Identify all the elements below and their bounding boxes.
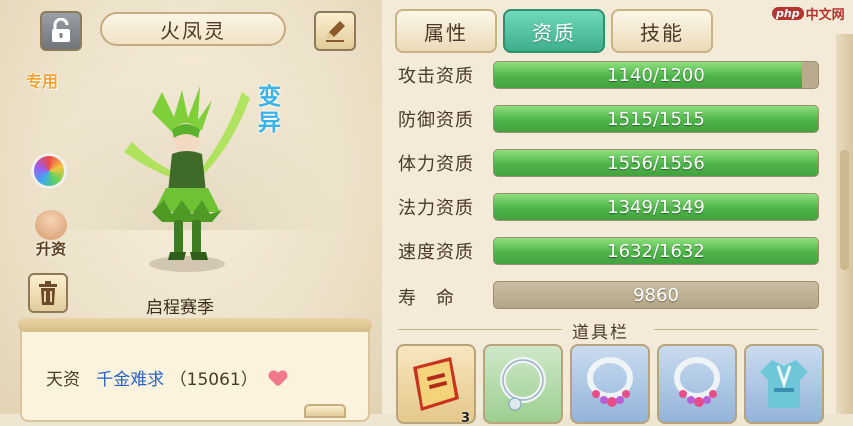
tab-skills-label: 技能: [640, 20, 684, 45]
watermark: php 中文网: [772, 4, 845, 23]
item-slot-necklace-pink-1[interactable]: [570, 344, 650, 424]
divider-line-right: [654, 329, 818, 330]
padlock-icon: [52, 18, 70, 42]
talent-row: 天资 千金难求 （15061）: [46, 365, 287, 390]
item-count: 3: [460, 411, 470, 426]
monk-avatar-icon: [35, 210, 67, 240]
rename-button[interactable]: [314, 11, 356, 51]
stat-bar-speed: 1632/1632: [493, 237, 819, 265]
upgrade-aptitude-label: 升资: [35, 240, 66, 258]
stat-value-stamina: 1556/1556: [607, 152, 705, 174]
stat-value-speed: 1632/1632: [607, 240, 705, 262]
stat-value-mana: 1349/1349: [607, 196, 705, 218]
tab-attributes[interactable]: 属性: [395, 9, 497, 53]
watermark-text: 中文网: [805, 8, 845, 23]
item-slot-armor[interactable]: [744, 344, 824, 424]
rainbow-orb-icon[interactable]: [34, 156, 64, 186]
item-slot-book[interactable]: 3: [396, 344, 476, 426]
stat-bar-attack: 1140/1200: [493, 61, 819, 89]
heart-icon[interactable]: [269, 371, 287, 387]
divider-line-left: [398, 329, 562, 330]
tab-skills[interactable]: 技能: [611, 9, 713, 53]
lock-button[interactable]: [40, 11, 82, 51]
stat-label-lifespan: 寿 命: [398, 288, 455, 309]
stat-value-defense: 1515/1515: [607, 108, 705, 130]
upgrade-aptitude-button[interactable]: 升资: [28, 210, 74, 259]
tools-title: 道具栏: [572, 323, 629, 343]
stat-bar-defense: 1515/1515: [493, 105, 819, 133]
trash-icon: [39, 281, 57, 305]
talent-label: 天资: [46, 370, 80, 390]
lifespan-value: 9860: [633, 284, 679, 306]
stat-value-attack: 1140/1200: [607, 64, 705, 86]
pet-name-plate: 火凤灵: [100, 12, 286, 46]
talent-score: （15061）: [169, 370, 258, 390]
talent-detail-button[interactable]: [304, 404, 346, 418]
necklace-pink-icon: [587, 357, 633, 407]
tab-aptitude-label: 资质: [532, 20, 576, 45]
season-label: 启程赛季: [146, 298, 214, 318]
stat-label-attack: 攻击资质: [398, 66, 474, 87]
armor-icon: [760, 360, 808, 408]
tab-aptitude[interactable]: 资质: [503, 9, 605, 53]
necklace-pink-icon: [674, 357, 720, 407]
pencil-icon: [326, 21, 345, 42]
pet-character-figure: [124, 86, 250, 272]
scrollbar-thumb[interactable]: [840, 150, 849, 270]
tab-attributes-label: 属性: [424, 20, 468, 45]
release-pet-button[interactable]: [28, 273, 68, 313]
item-slot-necklace-green[interactable]: [483, 344, 563, 424]
item-slot-necklace-pink-2[interactable]: [657, 344, 737, 424]
stat-label-defense: 防御资质: [398, 110, 474, 131]
exclusive-label: 专用: [26, 72, 59, 91]
pet-name: 火凤灵: [160, 18, 226, 43]
talent-value: 千金难求: [96, 370, 165, 390]
lifespan-bar: 9860: [493, 281, 819, 309]
stat-bar-stamina: 1556/1556: [493, 149, 819, 177]
stat-label-speed: 速度资质: [398, 242, 474, 263]
stat-bar-mana: 1349/1349: [493, 193, 819, 221]
necklace-green-icon: [500, 357, 546, 411]
watermark-logo: php: [772, 7, 804, 20]
stat-label-stamina: 体力资质: [398, 154, 474, 175]
stat-label-mana: 法力资质: [398, 198, 474, 219]
book-icon: [413, 357, 459, 411]
